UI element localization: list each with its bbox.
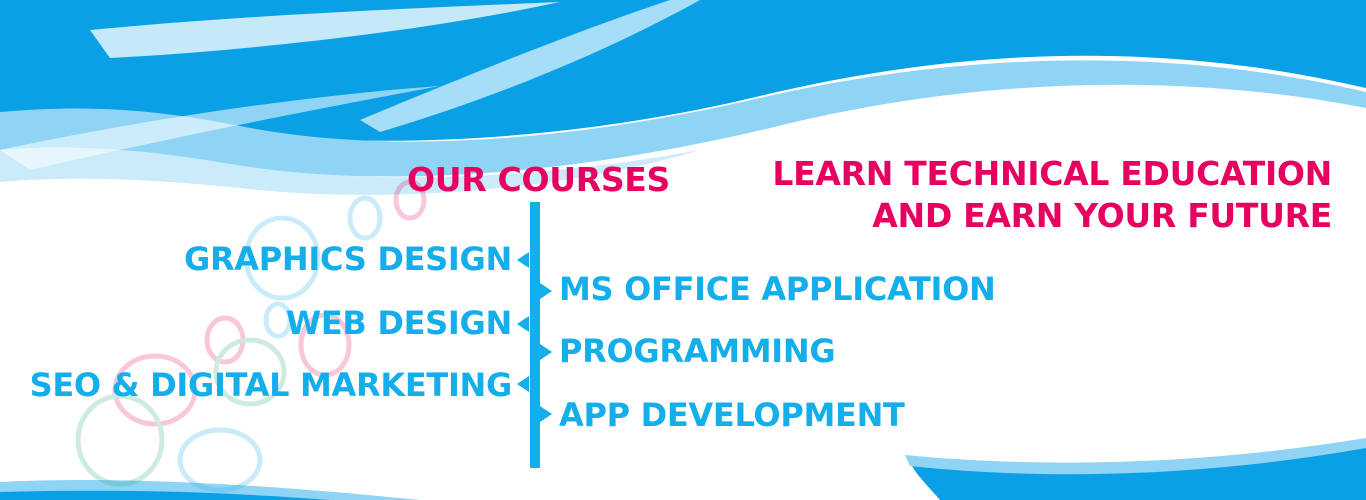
right-arrow-icon <box>540 406 552 422</box>
tagline-line-2: AND EARN YOUR FUTURE <box>872 196 1332 235</box>
right-arrow-icon <box>540 283 552 299</box>
left-arrow-icon <box>517 252 529 268</box>
course-item-graphics-design: GRAPHICS DESIGN <box>183 240 512 278</box>
course-item-web-design: WEB DESIGN <box>285 304 512 342</box>
course-item-ms-office: MS OFFICE APPLICATION <box>559 270 996 308</box>
right-arrow-icon <box>540 344 552 360</box>
course-banner: OUR COURSES LEARN TECHNICAL EDUCATION AN… <box>0 0 1366 500</box>
left-arrow-icon <box>517 316 529 332</box>
course-timeline-line <box>530 202 540 468</box>
tagline-line-1: LEARN TECHNICAL EDUCATION <box>772 154 1332 193</box>
course-item-app-development: APP DEVELOPMENT <box>559 396 905 434</box>
courses-heading: OUR COURSES <box>407 160 671 199</box>
left-arrow-icon <box>517 376 529 392</box>
course-item-programming: PROGRAMMING <box>559 332 836 370</box>
course-item-seo-digital-marketing: SEO & DIGITAL MARKETING <box>29 366 513 404</box>
